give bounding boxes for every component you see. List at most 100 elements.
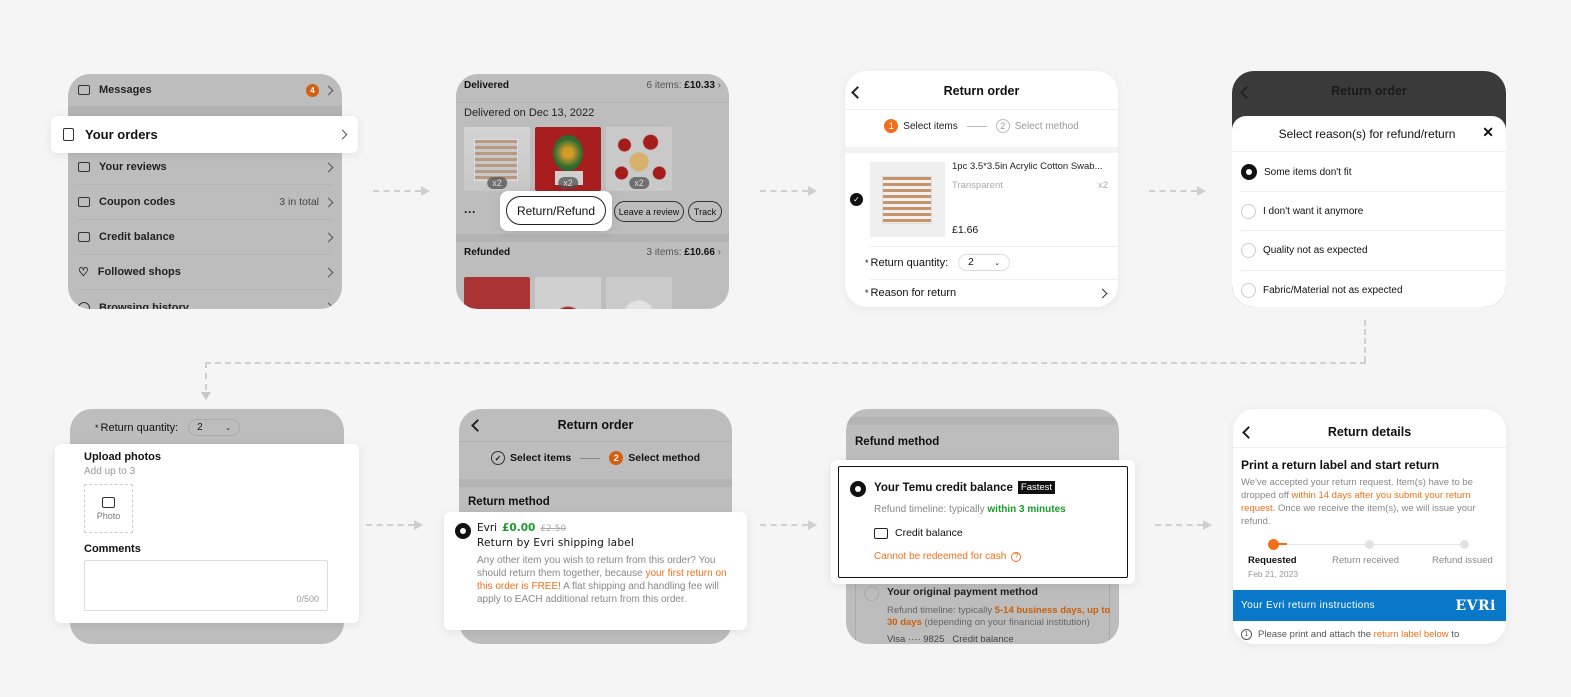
menu-item-credit-balance[interactable]: Credit balance: [78, 220, 334, 255]
return-details-panel: Return details Print a return label and …: [1233, 409, 1506, 644]
return-instructions-text: We've accepted your return request. Item…: [1241, 477, 1476, 527]
price-original: £2.50: [540, 524, 567, 534]
status-label: Delivered: [464, 80, 510, 91]
credit-balance-option[interactable]: Your Temu credit balance Fastest Refund …: [838, 466, 1128, 578]
cash-warning: Cannot be redeemed for cash ?: [874, 551, 1022, 562]
divider: [870, 279, 1118, 280]
step-dot: [1365, 540, 1374, 549]
reason-label: I don't want it anymore: [1263, 205, 1364, 217]
chevron-right-icon: [323, 162, 334, 172]
orders-icon: [63, 128, 74, 141]
reason-option[interactable]: Fabric/Material not as expected: [1241, 280, 1506, 300]
menu-label: Messages: [99, 84, 152, 96]
radio-unselected-icon: [1241, 203, 1256, 219]
product-quantity: x2: [1097, 180, 1108, 191]
wallet-icon: [874, 527, 888, 539]
upload-title: Upload photos: [84, 451, 161, 463]
product-thumbnail[interactable]: x2: [606, 127, 672, 191]
help-icon[interactable]: ?: [1011, 551, 1022, 562]
account-menu-panel: Messages 4 Your reviews Coupon codes 3 i…: [68, 74, 342, 309]
photo-label: Photo: [96, 510, 121, 521]
menu-label: Followed shops: [97, 266, 181, 278]
leave-review-button[interactable]: Leave a review: [614, 201, 684, 222]
flow-arrow: [760, 186, 817, 196]
unread-badge: 4: [306, 83, 319, 97]
step-connector: [966, 125, 987, 127]
flow-connector: [1364, 320, 1366, 362]
step-date: Feb 21, 2023: [1248, 569, 1299, 579]
product-name: 1pc 3.5*3.5in Acrylic Cotton Swab...: [952, 161, 1103, 172]
step-label: Refund issued: [1432, 555, 1493, 566]
fastest-badge: Fastest: [1017, 481, 1056, 494]
page-title: Return order: [557, 418, 634, 432]
credit-balance-option-card: Your Temu credit balance Fastest Refund …: [831, 460, 1135, 584]
stepper: 1 Select items 2 Select method: [845, 119, 1118, 133]
divider: [1241, 270, 1506, 271]
upload-photos-card: Upload photos Add up to 3 Photo Comments…: [55, 444, 359, 623]
return-quantity-label: Return quantity:: [100, 421, 179, 434]
flow-arrow: [1155, 520, 1212, 530]
comments-textarea[interactable]: 0/500: [84, 560, 328, 611]
page-title: Return order: [1331, 84, 1407, 98]
return-quantity-select[interactable]: 2 ⌄: [188, 419, 241, 436]
menu-item-your-orders[interactable]: Your orders: [51, 116, 358, 153]
option-title: Your original payment method: [887, 586, 1038, 598]
order-summary: 6 items: £10.33 ›: [646, 80, 722, 91]
product-thumbnail[interactable]: [464, 277, 530, 309]
reason-option[interactable]: I don't want it anymore: [1241, 201, 1506, 221]
delivered-header[interactable]: Delivered 6 items: £10.33 ›: [464, 80, 721, 91]
menu-label: Your reviews: [99, 161, 167, 173]
divider: [845, 147, 1118, 153]
menu-label: Your orders: [85, 127, 158, 142]
reason-option[interactable]: Some items don't fit: [1241, 162, 1506, 182]
menu-label: Credit balance: [99, 231, 175, 243]
product-thumbnail[interactable]: x2: [464, 127, 530, 191]
product-image: [870, 162, 945, 237]
menu-item-followed-shops[interactable]: ♡ Followed shops: [78, 255, 334, 290]
return-quantity-select[interactable]: 2 ⌄: [958, 254, 1011, 271]
upload-subtitle: Add up to 3: [84, 466, 136, 477]
credit-balance-dest: Credit balance: [952, 634, 1014, 644]
method-title: Return by Evri shipping label: [477, 537, 634, 549]
step-dot: [1460, 540, 1469, 549]
menu-item-messages[interactable]: Messages 4: [78, 74, 334, 106]
step-label-complete: Select items: [509, 452, 572, 464]
return-label-link[interactable]: return label below: [1374, 629, 1449, 640]
return-progress: Requested Feb 21, 2023 Return received R…: [1233, 539, 1506, 579]
reason-option[interactable]: Quality not as expected: [1241, 240, 1506, 260]
track-button[interactable]: Track: [688, 201, 722, 222]
chevron-right-icon: [1097, 288, 1108, 298]
divider: [68, 106, 342, 116]
original-payment-option[interactable]: Your original payment method Refund time…: [855, 574, 1110, 644]
reason-label: Reason for return: [870, 287, 957, 299]
quantity-badge: x2: [629, 177, 649, 189]
option-title: Your Temu credit balance: [874, 481, 1013, 494]
menu-item-coupon-codes[interactable]: Coupon codes 3 in total: [78, 185, 334, 220]
evri-instructions-banner[interactable]: Your Evri return instructions EVRi: [1233, 590, 1506, 621]
delivery-date: Delivered on Dec 13, 2022: [464, 107, 595, 119]
refunded-header[interactable]: Refunded 3 items: £10.66 ›: [464, 247, 721, 258]
item-selected-checkbox[interactable]: ✓: [850, 193, 863, 206]
product-thumbnail[interactable]: [606, 277, 672, 309]
reason-for-return-row[interactable]: * Reason for return: [865, 287, 1108, 299]
stepper: ✓ Select items 2 Select method: [459, 451, 732, 465]
status-label: Refunded: [464, 247, 511, 258]
product-price: £1.66: [952, 224, 979, 236]
flow-arrow: [366, 520, 423, 530]
step-complete-icon: ✓: [490, 451, 505, 465]
evri-return-option[interactable]: Evri £0.00 £2.50 Return by Evri shipping…: [444, 512, 747, 630]
heart-icon: ♡: [78, 265, 89, 279]
step-number-active: 1: [884, 119, 899, 133]
menu-item-your-reviews[interactable]: Your reviews: [78, 150, 334, 185]
return-refund-button[interactable]: Return/Refund: [506, 196, 606, 225]
close-icon[interactable]: ✕: [1482, 124, 1494, 141]
coupon-count: 3 in total: [279, 196, 319, 208]
product-thumbnail[interactable]: [535, 277, 601, 309]
order-summary: 3 items: £10.66 ›: [646, 247, 722, 258]
add-photo-button[interactable]: Photo: [84, 484, 133, 533]
more-options-button[interactable]: ···: [464, 205, 476, 219]
menu-item-browsing-history[interactable]: Browsing history: [78, 290, 334, 309]
product-thumbnail[interactable]: x2: [535, 127, 601, 191]
chevron-right-icon: [323, 197, 334, 207]
carrier-price-row: Evri £0.00 £2.50: [477, 522, 566, 534]
